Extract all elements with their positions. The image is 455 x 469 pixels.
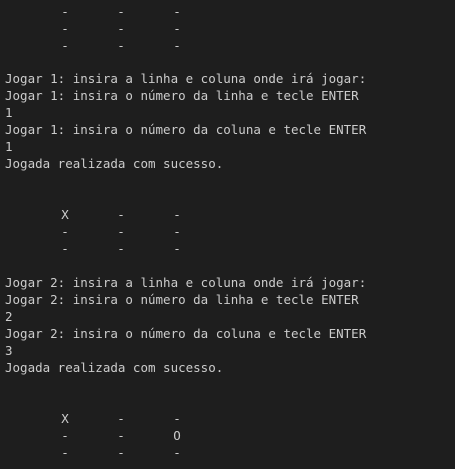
input-line: 3 bbox=[5, 343, 13, 358]
board-cell: - bbox=[117, 21, 125, 36]
prompt-line: Jogar 2: insira o número da linha e tecl… bbox=[5, 292, 359, 307]
board-cell: X bbox=[61, 207, 69, 222]
board-cell: - bbox=[61, 21, 69, 36]
board-cell: X bbox=[61, 411, 69, 426]
board-cell: - bbox=[61, 4, 69, 19]
board-cell: - bbox=[173, 207, 181, 222]
prompt-line: Jogar 1: insira o número da coluna e tec… bbox=[5, 122, 367, 137]
board-cell: - bbox=[173, 4, 181, 19]
input-line: 1 bbox=[5, 105, 13, 120]
input-line: 1 bbox=[5, 139, 13, 154]
board-cell: - bbox=[61, 224, 69, 239]
board-cell: - bbox=[173, 38, 181, 53]
board-cell: - bbox=[117, 4, 125, 19]
prompt-line: Jogar 2: insira a linha e coluna onde ir… bbox=[5, 275, 367, 290]
prompt-line: Jogar 2: insira o número da coluna e tec… bbox=[5, 326, 367, 341]
board-cell: - bbox=[61, 445, 69, 460]
board-cell: - bbox=[61, 428, 69, 443]
board-cell: - bbox=[173, 21, 181, 36]
input-line: 2 bbox=[5, 309, 13, 324]
board-cell: - bbox=[117, 445, 125, 460]
board-cell: - bbox=[61, 38, 69, 53]
board-cell: - bbox=[173, 445, 181, 460]
board-cell: - bbox=[173, 241, 181, 256]
board-cell: - bbox=[61, 241, 69, 256]
prompt-line: Jogar 1: insira o número da linha e tecl… bbox=[5, 88, 359, 103]
status-line: Jogada realizada com sucesso. bbox=[5, 156, 224, 171]
prompt-line: Jogar 1: insira a linha e coluna onde ir… bbox=[5, 71, 367, 86]
board-cell: - bbox=[117, 224, 125, 239]
board-cell: - bbox=[117, 38, 125, 53]
board-cell: - bbox=[117, 241, 125, 256]
board-cell: O bbox=[173, 428, 181, 443]
board-cell: - bbox=[117, 207, 125, 222]
board-cell: - bbox=[173, 411, 181, 426]
board-cell: - bbox=[117, 411, 125, 426]
board-cell: - bbox=[117, 428, 125, 443]
status-line: Jogada realizada com sucesso. bbox=[5, 360, 224, 375]
terminal-output[interactable]: - - - - - - - - - Jogar 1: insira a linh… bbox=[0, 0, 455, 469]
board-cell: - bbox=[173, 224, 181, 239]
